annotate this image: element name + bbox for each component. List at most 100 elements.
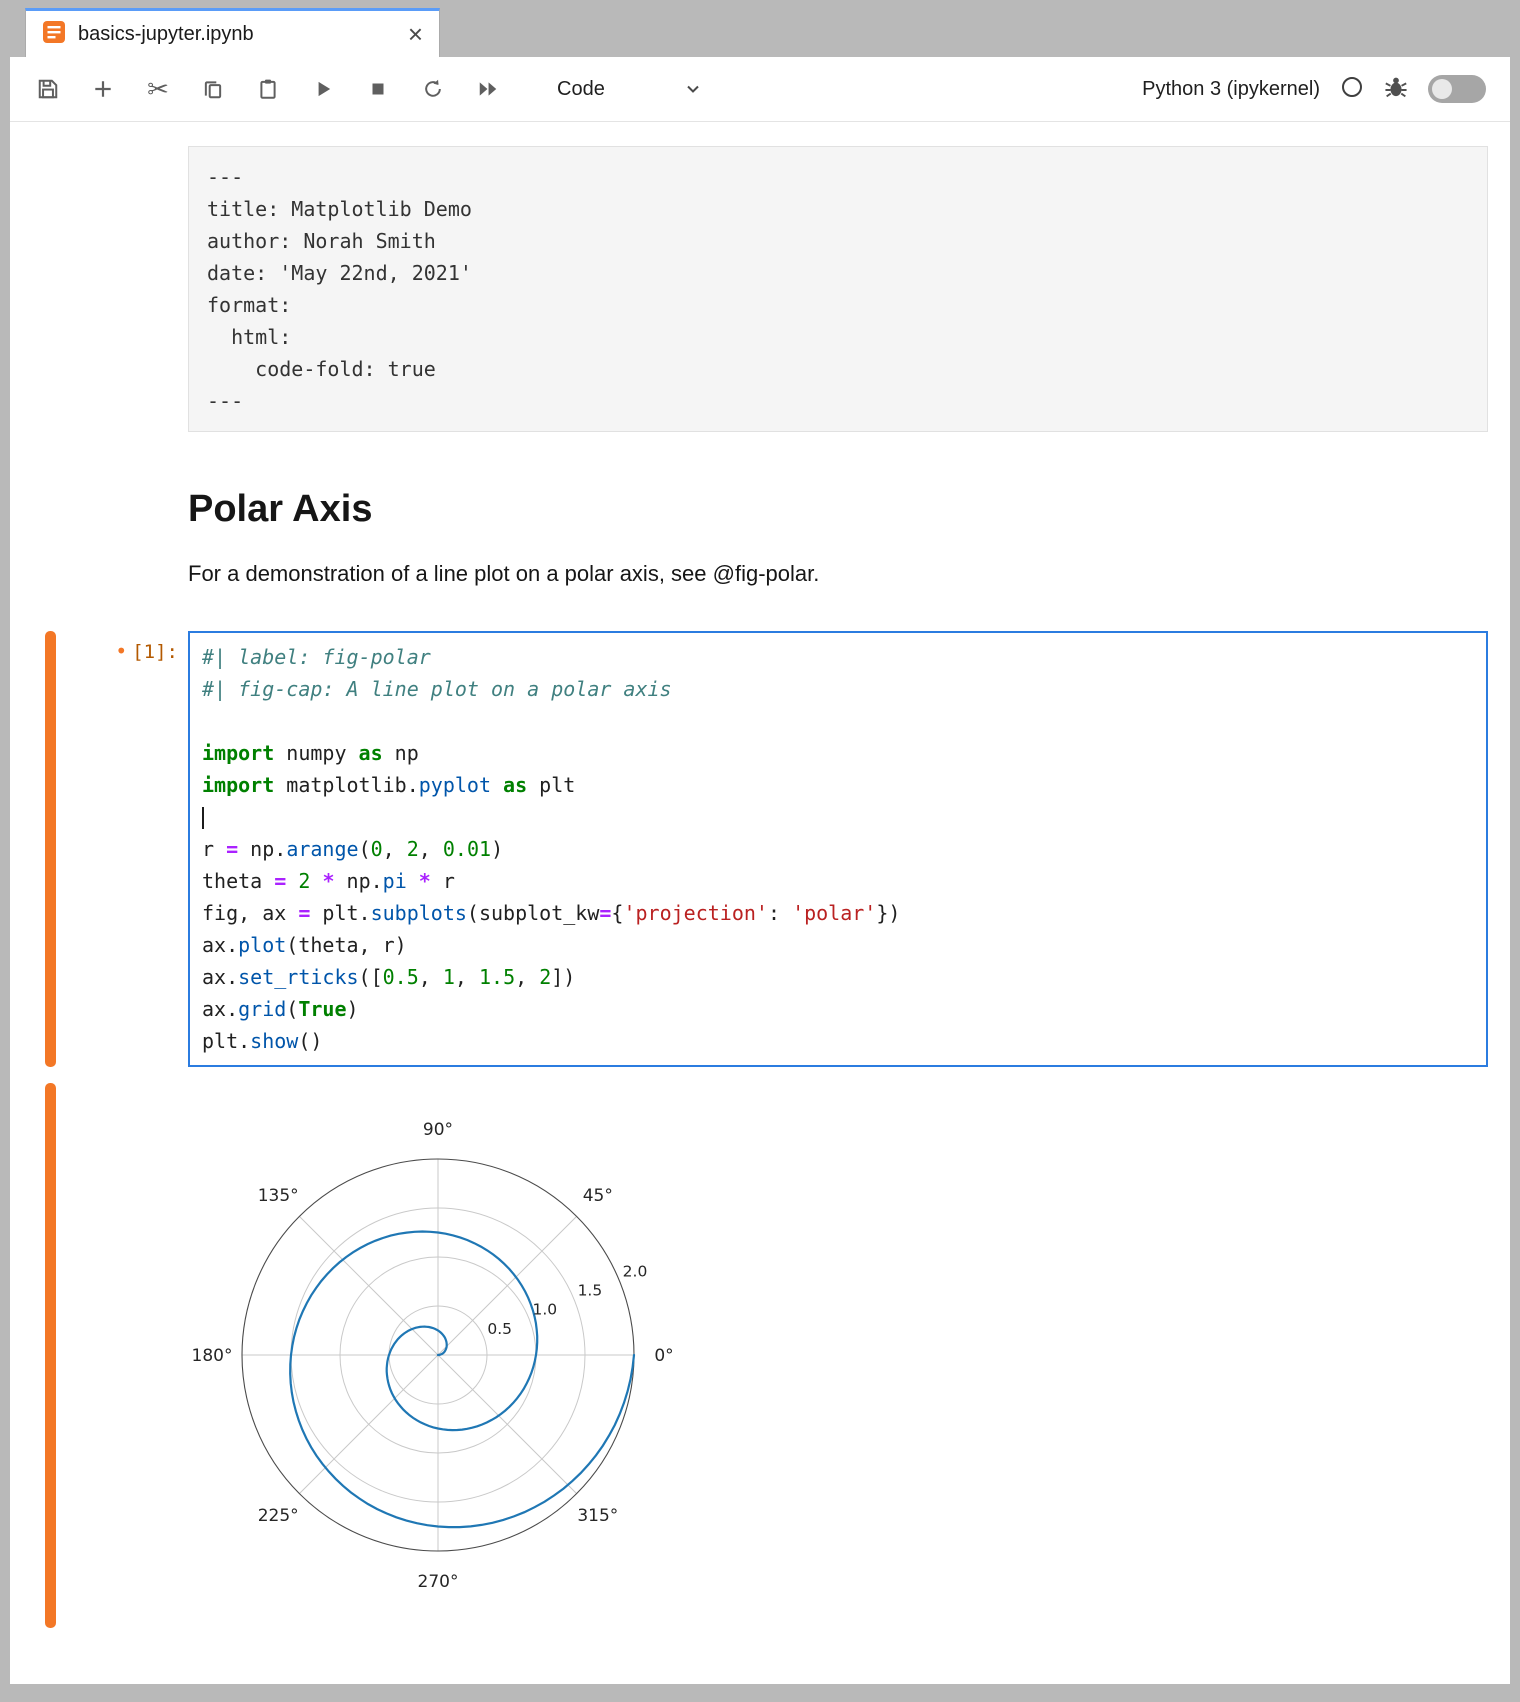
code-line: theta = 2 * np.pi * r (202, 865, 1474, 897)
code-token: subplots (371, 901, 467, 925)
debugger-bug-icon[interactable] (1384, 75, 1408, 104)
grid-spoke (299, 1216, 438, 1355)
markdown-cell-prompt (56, 432, 188, 587)
execution-count: [1]: (132, 641, 178, 663)
theta-tick-label: 135° (258, 1186, 299, 1206)
code-token: 2 (407, 837, 419, 861)
chevron-down-icon (683, 79, 703, 99)
markdown-cell-content[interactable]: Polar Axis For a demonstration of a line… (188, 432, 1488, 587)
code-token: , (515, 965, 539, 989)
grid-spoke (438, 1355, 577, 1494)
restart-icon (422, 78, 444, 100)
run-cell-button[interactable] (303, 69, 343, 109)
code-line: ax.set_rticks([0.5, 1, 1.5, 2]) (202, 961, 1474, 993)
code-token: plt. (310, 901, 370, 925)
raw-line: --- (207, 385, 1469, 417)
code-line: import matplotlib.pyplot as plt (202, 769, 1474, 801)
code-token: import (202, 741, 274, 765)
r-tick-label: 0.5 (487, 1320, 512, 1338)
paste-cells-button[interactable] (248, 69, 288, 109)
code-token (286, 869, 298, 893)
code-line (202, 705, 1474, 737)
code-token: ) (347, 997, 359, 1021)
grid-spoke (299, 1355, 438, 1494)
theta-tick-label: 315° (577, 1506, 618, 1526)
code-token: (subplot_kw (467, 901, 599, 925)
code-token: 1.5 (479, 965, 515, 989)
raw-cell-content[interactable]: --- title: Matplotlib Demoauthor: Norah S… (188, 146, 1488, 432)
code-token: plt (527, 773, 575, 797)
section-heading: Polar Axis (188, 488, 1488, 531)
code-line: fig, ax = plt.subplots(subplot_kw={'proj… (202, 897, 1474, 929)
code-token: np. (238, 837, 286, 861)
code-token: { (611, 901, 623, 925)
theta-tick-label: 225° (258, 1506, 299, 1526)
notebook-content: --- title: Matplotlib Demoauthor: Norah S… (10, 122, 1510, 1654)
code-token: , (419, 837, 443, 861)
code-token: }) (876, 901, 900, 925)
code-token (491, 773, 503, 797)
copy-cells-button[interactable] (193, 69, 233, 109)
code-token: as (503, 773, 527, 797)
code-line: #| label: fig-polar (202, 641, 1474, 673)
raw-cell-collapser[interactable] (45, 146, 56, 432)
kernel-name[interactable]: Python 3 (ipykernel) (1142, 78, 1320, 101)
code-token: show (250, 1029, 298, 1053)
code-cell-collapser[interactable] (45, 631, 56, 1067)
code-token: 'projection' (623, 901, 768, 925)
cut-cells-button[interactable]: ✂ (138, 69, 178, 109)
code-token: matplotlib. (274, 773, 419, 797)
markdown-cell-collapser[interactable] (45, 432, 56, 587)
theta-tick-label: 90° (423, 1120, 453, 1140)
code-token: theta (202, 869, 274, 893)
code-token: r (431, 869, 455, 893)
code-line: plt.show() (202, 1025, 1474, 1057)
code-cell-row: •[1]: #| label: fig-polar #| fig-cap: A l… (10, 631, 1510, 1067)
insert-cell-button[interactable] (83, 69, 123, 109)
notebook-panel: ✂ (10, 57, 1510, 1684)
copy-icon (202, 78, 224, 100)
code-token: ([ (359, 965, 383, 989)
code-token: (theta, r) (286, 933, 406, 957)
raw-line: html: (207, 321, 1469, 353)
raw-line: title: Matplotlib Demo (207, 193, 1469, 225)
code-line (202, 801, 1474, 833)
code-token: numpy (274, 741, 358, 765)
theta-tick-label: 270° (418, 1572, 459, 1592)
raw-line: author: Norah Smith (207, 225, 1469, 257)
code-token: plt. (202, 1029, 250, 1053)
interrupt-kernel-button[interactable] (358, 69, 398, 109)
raw-cell-prompt (56, 146, 188, 432)
save-button[interactable] (28, 69, 68, 109)
restart-run-all-button[interactable] (468, 69, 508, 109)
code-token: , (455, 965, 479, 989)
code-token: ]) (551, 965, 575, 989)
simple-mode-toggle[interactable] (1428, 75, 1486, 103)
r-tick-label: 2.0 (623, 1262, 648, 1280)
notebook-tab[interactable]: basics-jupyter.ipynb × (25, 8, 440, 57)
theta-tick-label: 0° (654, 1346, 673, 1366)
cell-type-dropdown[interactable]: Code (557, 78, 703, 101)
raw-cell-row: --- title: Matplotlib Demoauthor: Norah S… (10, 146, 1510, 432)
tab-close-icon[interactable]: × (408, 21, 423, 47)
code-token: #| fig-cap: A line plot on a polar axis (202, 677, 672, 701)
code-token: ax. (202, 965, 238, 989)
kernel-status-indicator[interactable] (1340, 75, 1364, 104)
code-token: 'polar' (792, 901, 876, 925)
code-line: #| fig-cap: A line plot on a polar axis (202, 673, 1474, 705)
code-token: 0.01 (443, 837, 491, 861)
code-token: : (768, 901, 792, 925)
section-paragraph: For a demonstration of a line plot on a … (188, 561, 1488, 587)
code-editor[interactable]: #| label: fig-polar #| fig-cap: A line pl… (188, 631, 1488, 1067)
polar-plot: 0°45°90°135°180°225°270°315°0.51.01.52.0 (188, 1083, 688, 1628)
restart-kernel-button[interactable] (413, 69, 453, 109)
code-token: () (298, 1029, 322, 1053)
code-token: plot (238, 933, 286, 957)
code-token: , (419, 965, 443, 989)
output-cell-collapser[interactable] (45, 1083, 56, 1628)
code-token: 0.5 (383, 965, 419, 989)
cell-type-value: Code (557, 78, 605, 101)
execution-dot: • (115, 639, 127, 663)
polar-plot-output: 0°45°90°135°180°225°270°315°0.51.01.52.0 (188, 1083, 1488, 1628)
toggle-knob (1432, 79, 1452, 99)
